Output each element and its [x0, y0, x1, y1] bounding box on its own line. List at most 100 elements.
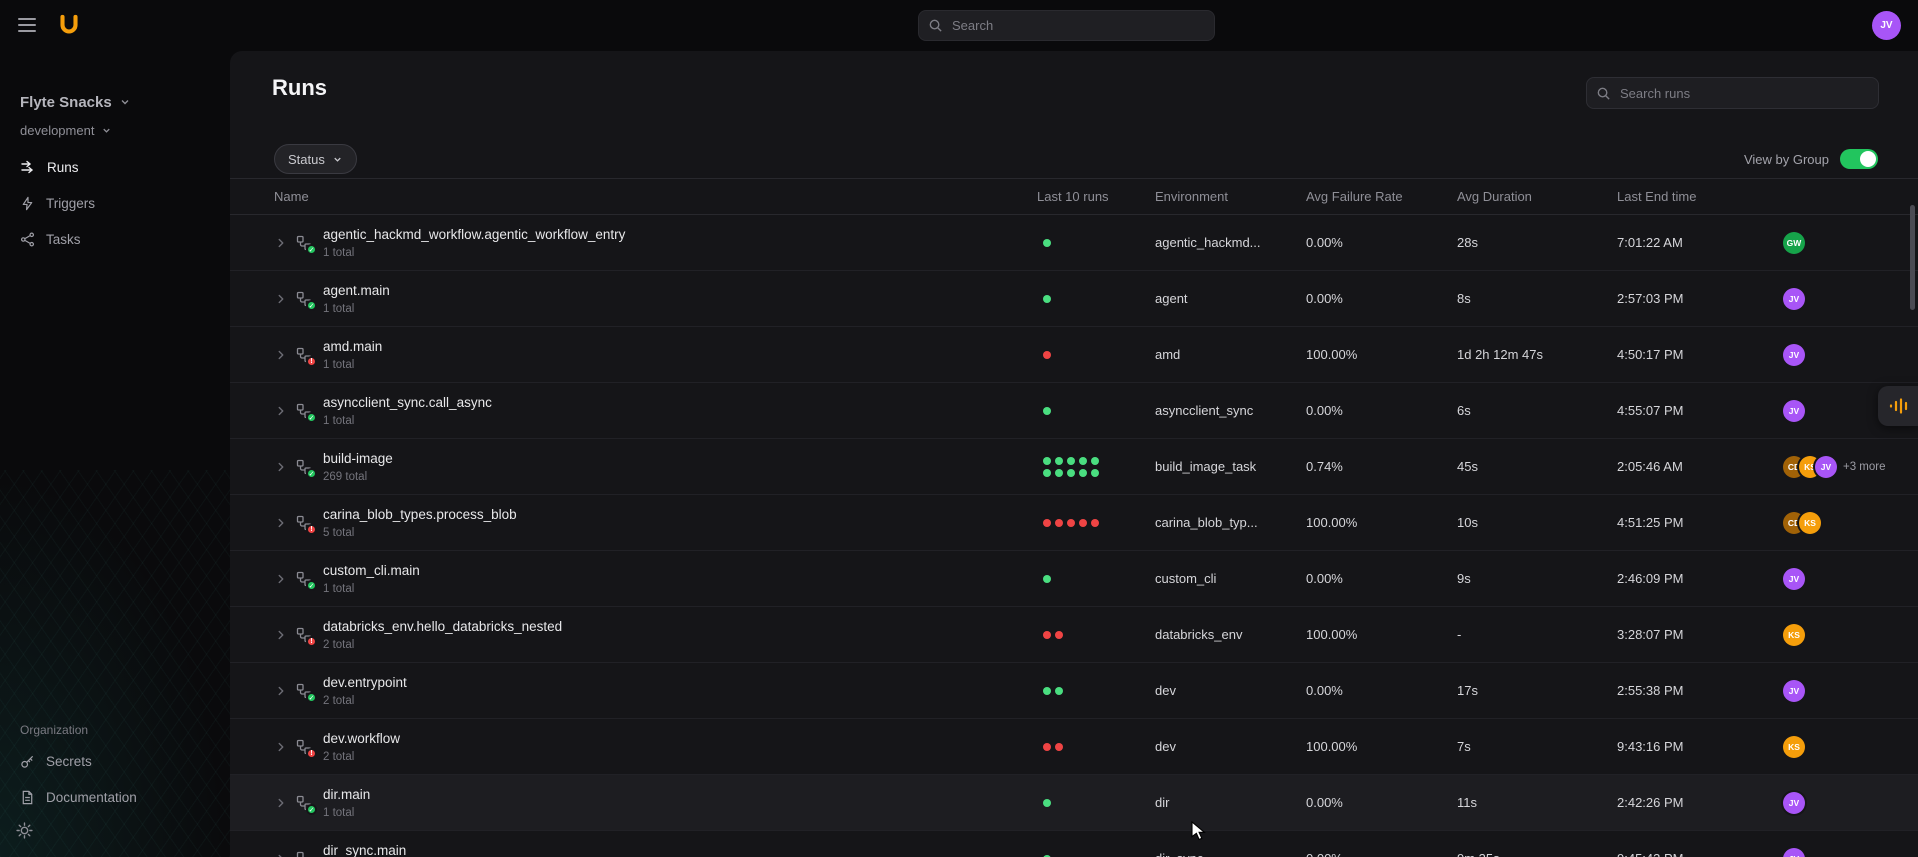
chevron-right-icon[interactable]: [274, 572, 288, 586]
run-name[interactable]: custom_cli.main: [323, 562, 420, 579]
last-10-runs-cell: [1037, 775, 1155, 830]
chevron-right-icon[interactable]: [274, 348, 288, 362]
project-name: Flyte Snacks: [20, 93, 112, 111]
chevron-right-icon[interactable]: [274, 628, 288, 642]
table-row[interactable]: ✓ agentic_hackmd_workflow.agentic_workfl…: [230, 215, 1918, 271]
run-name-cell: ! databricks_env.hello_databricks_nested…: [230, 607, 1037, 662]
col-avg-duration[interactable]: Avg Duration: [1457, 179, 1617, 214]
sidebar-item-tasks[interactable]: Tasks: [0, 221, 230, 257]
chevron-down-icon: [334, 157, 341, 162]
chevron-right-icon[interactable]: [274, 460, 288, 474]
chevron-right-icon[interactable]: [274, 236, 288, 250]
col-last-10-runs[interactable]: Last 10 runs: [1037, 179, 1155, 214]
avatar[interactable]: KS: [1799, 511, 1821, 534]
status-badge: !: [306, 524, 317, 535]
run-status-dot: [1055, 468, 1063, 477]
table-row[interactable]: ! amd.main 1 total amd 100.00% 1d 2h 12m…: [230, 327, 1918, 383]
table-row[interactable]: ✓ dev.entrypoint 2 total dev 0.00% 17s 2…: [230, 663, 1918, 719]
table-rows: ✓ agentic_hackmd_workflow.agentic_workfl…: [230, 215, 1918, 857]
run-name[interactable]: amd.main: [323, 338, 382, 355]
run-name[interactable]: databricks_env.hello_databricks_nested: [323, 618, 562, 635]
avatar[interactable]: JV: [1783, 567, 1805, 590]
sidebar-item-runs[interactable]: Runs: [0, 149, 230, 185]
view-by-group-toggle[interactable]: [1840, 149, 1878, 169]
run-name[interactable]: agentic_hackmd_workflow.agentic_workflow…: [323, 226, 625, 243]
project-selector[interactable]: Flyte Snacks: [0, 89, 230, 115]
last-10-runs-cell: [1037, 607, 1155, 662]
last-end-time-cell: 9:45:43 PM: [1617, 831, 1773, 857]
avg-failure-rate-cell: 100.00%: [1306, 515, 1358, 530]
chevron-right-icon[interactable]: [274, 796, 288, 810]
chevron-right-icon[interactable]: [274, 292, 288, 306]
avg-duration-cell: 45s: [1457, 459, 1478, 474]
run-name[interactable]: asyncclient_sync.call_async: [323, 394, 492, 411]
avatar[interactable]: JV: [1783, 399, 1805, 422]
avatar[interactable]: KS: [1783, 623, 1805, 646]
chevron-right-icon[interactable]: [274, 404, 288, 418]
theme-toggle[interactable]: [0, 815, 230, 845]
avatar[interactable]: GW: [1783, 231, 1805, 254]
menu-icon[interactable]: [18, 18, 36, 32]
run-name[interactable]: carina_blob_types.process_blob: [323, 506, 517, 523]
col-name[interactable]: Name: [230, 179, 1037, 214]
avatar[interactable]: JV: [1783, 847, 1805, 857]
run-status-dot: [1055, 742, 1063, 751]
scrollbar-thumb[interactable]: [1910, 205, 1915, 310]
col-environment[interactable]: Environment: [1155, 179, 1306, 214]
run-name[interactable]: agent.main: [323, 282, 390, 299]
avatar[interactable]: JV: [1783, 287, 1805, 310]
table-row[interactable]: ✓ custom_cli.main 1 total custom_cli 0.0…: [230, 551, 1918, 607]
status-filter-button[interactable]: Status: [274, 144, 357, 174]
avatar[interactable]: KS: [1783, 735, 1805, 758]
run-status-dot: [1091, 456, 1099, 465]
run-name[interactable]: build-image: [323, 450, 393, 467]
domain-selector[interactable]: development: [0, 120, 230, 140]
avatar[interactable]: JV: [1815, 455, 1837, 478]
run-name-cell: ! amd.main 1 total: [230, 327, 1037, 382]
table-row[interactable]: ✓ agent.main 1 total agent 0.00% 8s 2:57…: [230, 271, 1918, 327]
avatars-cell: CD KS: [1773, 495, 1918, 550]
chevron-right-icon[interactable]: [274, 516, 288, 530]
table-row[interactable]: ✓ asyncclient_sync.call_async 1 total as…: [230, 383, 1918, 439]
col-last-end-time[interactable]: Last End time: [1617, 179, 1773, 214]
more-avatars-label[interactable]: +3 more: [1843, 461, 1886, 473]
last-10-runs-cell: [1037, 663, 1155, 718]
run-status-dot: [1043, 574, 1051, 583]
sidebar-item-label: Secrets: [46, 753, 92, 769]
sidebar-item-documentation[interactable]: Documentation: [0, 779, 230, 815]
avatar[interactable]: JV: [1783, 791, 1805, 814]
run-total-count: 269 total: [323, 470, 368, 483]
global-search-input[interactable]: [918, 10, 1215, 41]
run-status-dot: [1043, 406, 1051, 415]
avatar[interactable]: JV: [1783, 679, 1805, 702]
union-logo[interactable]: [56, 12, 82, 43]
user-avatar[interactable]: JV: [1872, 11, 1901, 40]
run-total-count: 1 total: [323, 582, 355, 595]
assistant-panel-button[interactable]: [1878, 386, 1918, 426]
table-row[interactable]: ✓ dir.main 1 total dir 0.00% 11s 2:42:26…: [230, 775, 1918, 831]
sidebar-item-triggers[interactable]: Triggers: [0, 185, 230, 221]
avatar[interactable]: JV: [1783, 343, 1805, 366]
status-badge: ✓: [306, 300, 317, 311]
table-row[interactable]: ! dev.workflow 2 total dev 100.00% 7s 9:…: [230, 719, 1918, 775]
chevron-right-icon[interactable]: [274, 852, 288, 857]
run-status-dot: [1043, 350, 1051, 359]
table-row[interactable]: ✓ dir_sync.main 1 total dir_sync 0.00% 9…: [230, 831, 1918, 857]
run-name-cell: ! carina_blob_types.process_blob 5 total: [230, 495, 1037, 550]
chevron-right-icon[interactable]: [274, 740, 288, 754]
run-name[interactable]: dev.workflow: [323, 730, 400, 747]
run-name[interactable]: dir_sync.main: [323, 842, 406, 857]
table-row[interactable]: ✓ build-image 269 total build_image_task…: [230, 439, 1918, 495]
table-row[interactable]: ! databricks_env.hello_databricks_nested…: [230, 607, 1918, 663]
run-name[interactable]: dir.main: [323, 786, 370, 803]
topbar: JV: [0, 0, 1918, 51]
run-name-cell: ✓ custom_cli.main 1 total: [230, 551, 1037, 606]
chevron-right-icon[interactable]: [274, 684, 288, 698]
triggers-icon: [22, 196, 33, 210]
table-row[interactable]: ! carina_blob_types.process_blob 5 total…: [230, 495, 1918, 551]
last-10-runs-cell: [1037, 831, 1155, 857]
col-avg-failure-rate[interactable]: Avg Failure Rate: [1306, 179, 1457, 214]
search-runs-input[interactable]: [1586, 77, 1879, 109]
sidebar-item-secrets[interactable]: Secrets: [0, 743, 230, 779]
run-name[interactable]: dev.entrypoint: [323, 674, 407, 691]
